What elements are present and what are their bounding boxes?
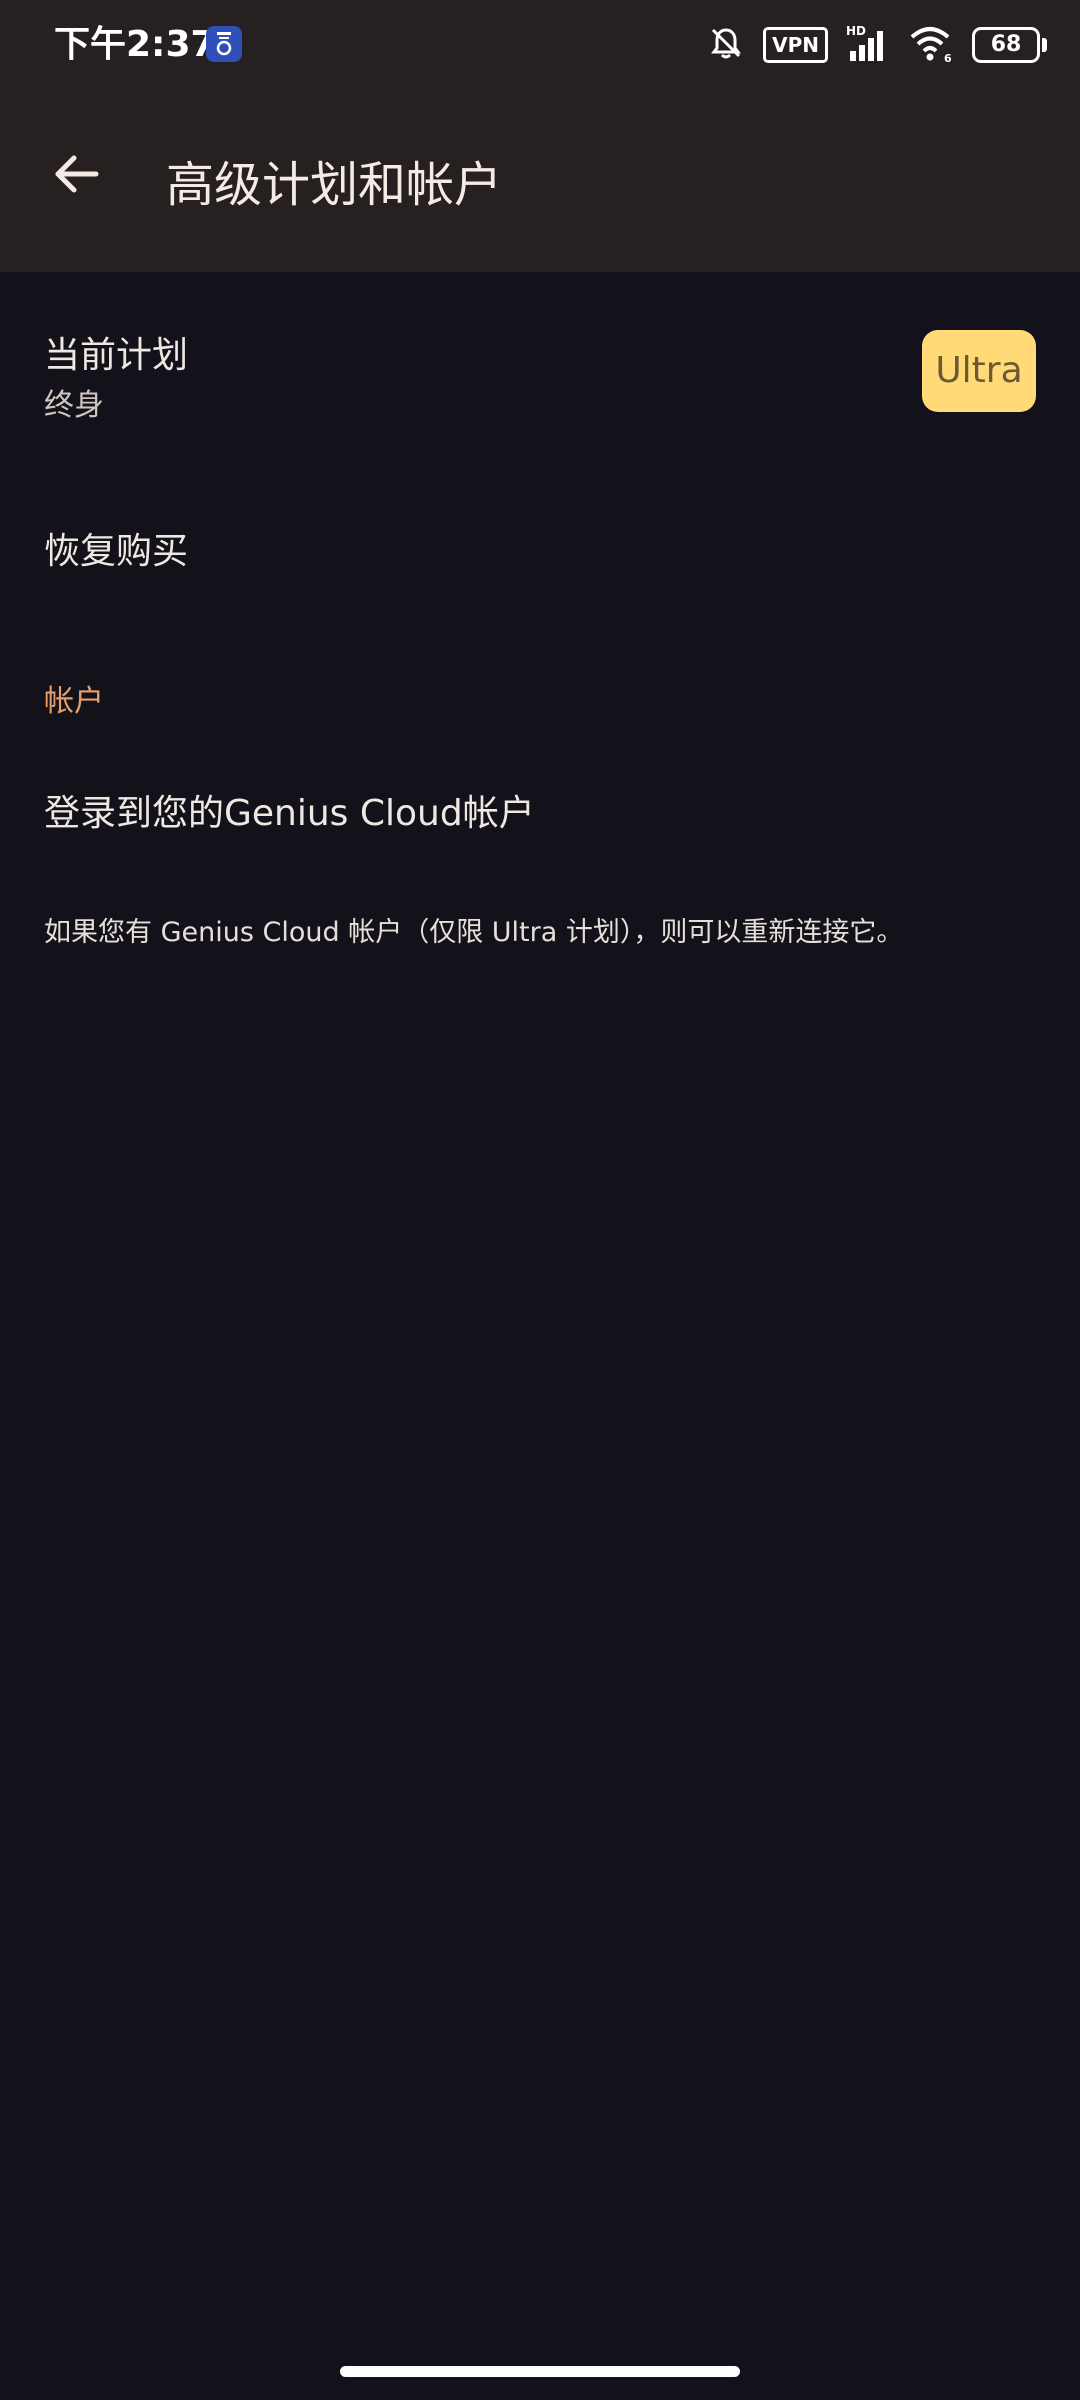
restore-purchase-label: 恢复购买 (44, 531, 189, 572)
vpn-icon: VPN (763, 27, 828, 63)
account-note: 如果您有 Genius Cloud 帐户（仅限 Ultra 计划），则可以重新连… (44, 917, 904, 948)
current-plan-value: 终身 (44, 388, 104, 423)
screen: 下午2:37 VPN HD 6 68 高级计划和帐户 当前计划 终身 Ultra… (0, 0, 1080, 2400)
home-indicator[interactable] (340, 2366, 740, 2377)
current-plan-row[interactable]: 当前计划 终身 Ultra (0, 310, 1080, 450)
bell-off-icon (707, 24, 745, 66)
status-icons: VPN HD 6 68 (689, 22, 1047, 68)
battery-icon: 68 (972, 27, 1047, 63)
plan-badge: Ultra (922, 330, 1036, 412)
wifi-generation-label: 6 (944, 52, 952, 63)
login-genius-cloud-row[interactable]: 登录到您的Genius Cloud帐户 (0, 760, 1080, 860)
login-genius-cloud-label: 登录到您的Genius Cloud帐户 (44, 793, 535, 834)
restore-purchase-row[interactable]: 恢复购买 (0, 500, 1080, 600)
current-plan-title: 当前计划 (44, 335, 189, 376)
app-notification-icon (206, 26, 242, 62)
status-time: 下午2:37 (54, 24, 216, 65)
signal-icon: HD (846, 23, 890, 67)
page-title: 高级计划和帐户 (166, 157, 503, 213)
back-button[interactable] (40, 140, 112, 212)
account-section-header: 帐户 (44, 684, 104, 719)
top-app-bar: 下午2:37 VPN HD 6 68 高级计划和帐户 (0, 0, 1080, 272)
hd-label: HD (846, 24, 866, 38)
wifi-icon: 6 (908, 23, 954, 67)
arrow-left-icon (50, 148, 102, 204)
